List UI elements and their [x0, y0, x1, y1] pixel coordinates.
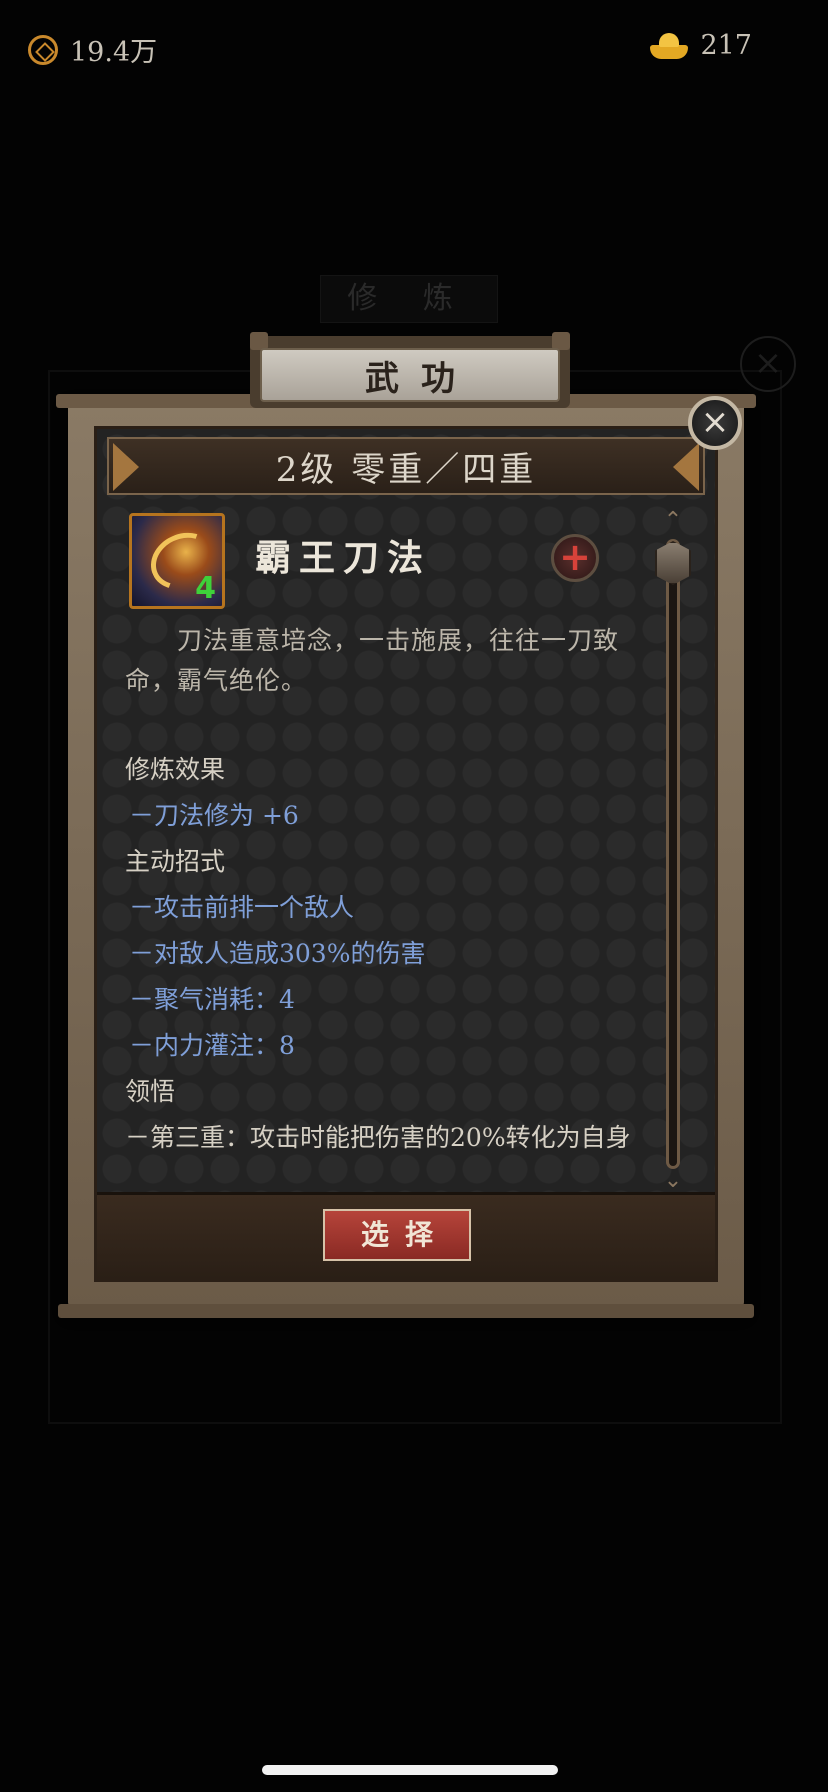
coin-amount: 19.4万: [70, 37, 158, 68]
game-screen: 19.4万 217 修 炼 × 2级 零重／四重 4 霸王刀法 + ⌃ ⌄ 刀法…: [0, 0, 828, 1792]
active-effect: －聚气消耗：4: [129, 985, 295, 1014]
home-indicator[interactable]: [262, 1765, 558, 1775]
coin-counter: 19.4万: [28, 30, 157, 69]
skill-description: 刀法重意培念，一击施展，往往一刀致命，霸气绝伦。: [125, 626, 620, 695]
scroll-up-icon[interactable]: ⌃: [663, 510, 683, 532]
select-button[interactable]: 选择: [323, 1209, 471, 1261]
coin-icon: [28, 34, 58, 65]
dialog-footer: 选择: [97, 1192, 715, 1279]
active-effect: －攻击前排一个敌人: [129, 893, 355, 922]
skill-dialog: 2级 零重／四重 4 霸王刀法 + ⌃ ⌄ 刀法重意培念，一击施展，往往一刀致命…: [56, 394, 756, 1318]
active-effect: －对敌人造成303%的伤害: [129, 939, 426, 968]
level-text: 2级 零重／四重: [275, 449, 537, 490]
saber-skill-icon[interactable]: 4: [129, 513, 225, 609]
level-banner: 2级 零重／四重: [107, 437, 705, 495]
dialog-body: 2级 零重／四重 4 霸王刀法 + ⌃ ⌄ 刀法重意培念，一击施展，往往一刀致命…: [94, 426, 718, 1282]
scrollbar[interactable]: [666, 539, 680, 1169]
close-icon[interactable]: ×: [688, 396, 742, 450]
background-close-icon: ×: [740, 336, 796, 392]
dialog-title: 武功: [365, 358, 477, 399]
section-title-train: 修炼效果: [125, 755, 226, 784]
insight-effect: －第三重：攻击时能把伤害的20%转化为自身气血: [125, 1123, 631, 1151]
section-title-active: 主动招式: [125, 847, 226, 876]
section-title-insight: 领悟: [125, 1077, 176, 1106]
skill-name: 霸王刀法: [255, 537, 432, 579]
skill-level-badge: 4: [195, 571, 216, 606]
scroll-down-icon[interactable]: ⌄: [663, 1170, 683, 1192]
ingot-amount: 217: [700, 30, 752, 61]
background-tab: 修 炼: [320, 275, 498, 323]
gold-ingot-icon: [650, 32, 689, 59]
add-button[interactable]: +: [551, 534, 599, 582]
dialog-title-tab: 武功: [250, 332, 570, 408]
train-effect: －刀法修为 +6: [129, 801, 299, 830]
active-effect: －内力灌注：8: [129, 1031, 295, 1060]
skill-details[interactable]: 刀法重意培念，一击施展，往往一刀致命，霸气绝伦。 修炼效果 －刀法修为 +6 主…: [125, 621, 645, 1151]
ingot-counter: 217: [650, 30, 752, 61]
